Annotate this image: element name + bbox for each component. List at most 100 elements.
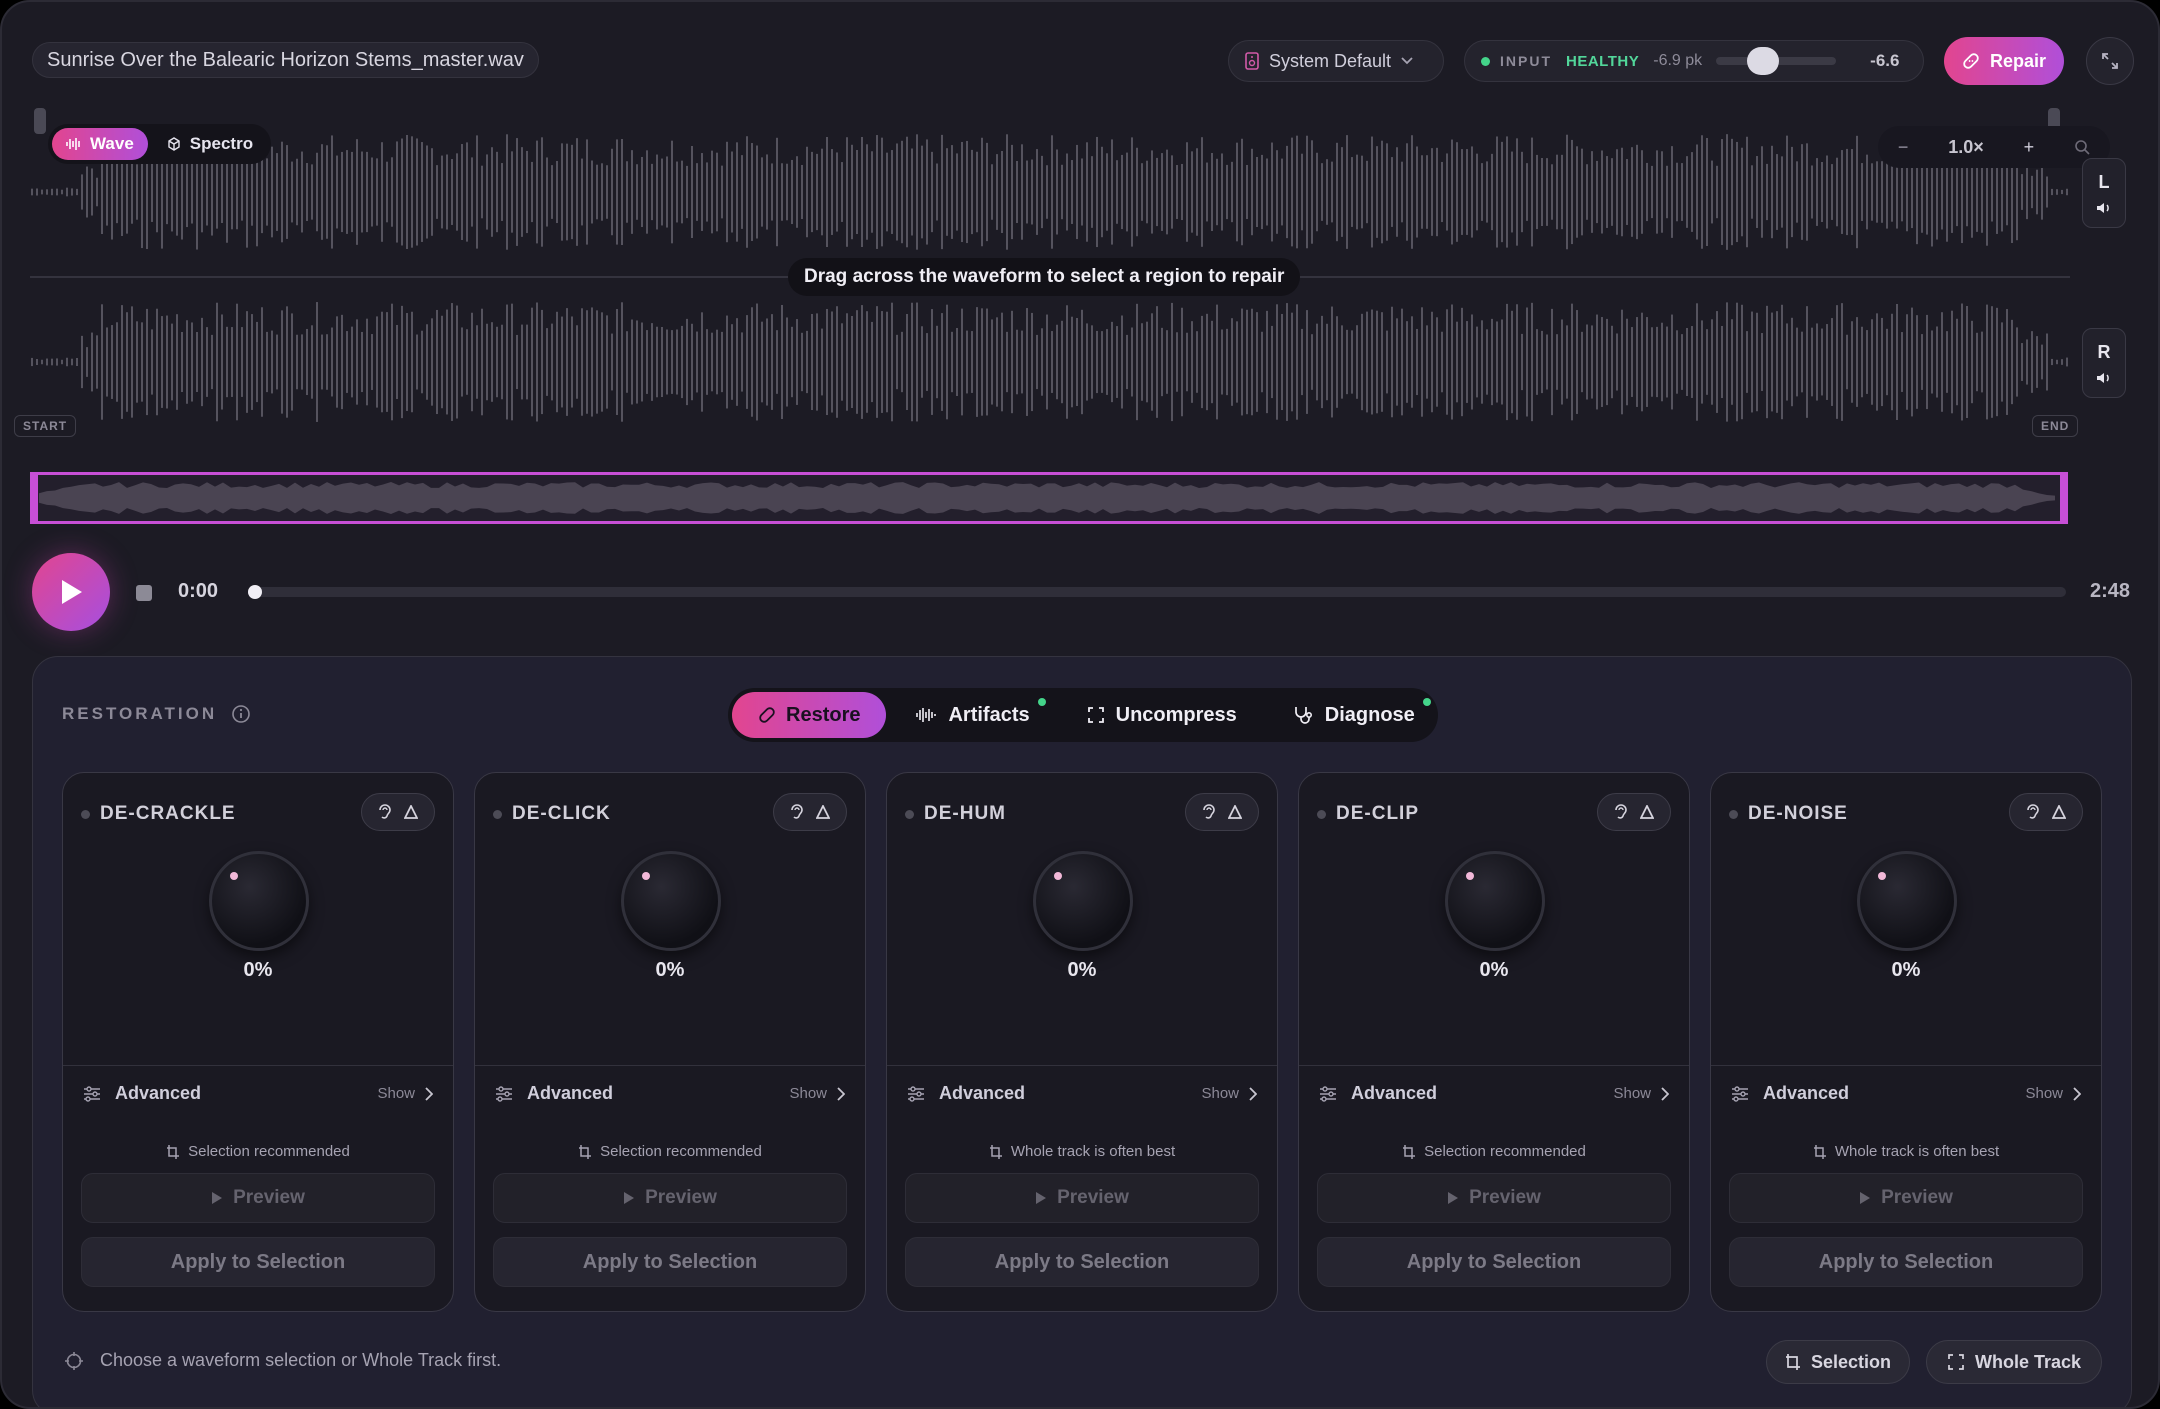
zoom-in-button[interactable]: +: [2024, 137, 2035, 158]
tab-restore[interactable]: Restore: [732, 692, 887, 738]
playback-timeline[interactable]: [248, 585, 2066, 599]
apply-button[interactable]: Apply to Selection: [1317, 1237, 1671, 1287]
scroll-handle-left[interactable]: [34, 108, 46, 134]
show-link[interactable]: Show: [377, 1085, 433, 1102]
advanced-label: Advanced: [115, 1083, 202, 1103]
amount-knob[interactable]: [209, 851, 309, 951]
input-meter: INPUT HEALTHY -6.9 pk -6.6: [1464, 40, 1924, 82]
channel-left-button[interactable]: L: [2082, 158, 2126, 228]
gain-slider-thumb[interactable]: [1747, 47, 1780, 75]
show-link[interactable]: Show: [1201, 1085, 1257, 1102]
crop-icon: [578, 1144, 592, 1160]
gain-value: -6.6: [1870, 51, 1900, 70]
search-icon[interactable]: [2074, 139, 2090, 155]
play-icon: [58, 578, 84, 606]
knob-indicator: [642, 872, 650, 880]
play-icon: [1859, 1191, 1871, 1205]
meter-label: INPUT: [1500, 53, 1552, 69]
repair-button[interactable]: Repair: [1944, 37, 2064, 85]
advanced-label: Advanced: [1351, 1083, 1438, 1103]
status-dot: [81, 809, 90, 819]
footer-hint: Choose a waveform selection or Whole Tra…: [64, 1350, 501, 1371]
tab-uncompress[interactable]: Uncompress: [1060, 692, 1263, 738]
overview-handle-right[interactable]: [2060, 472, 2068, 524]
apply-button[interactable]: Apply to Selection: [1729, 1237, 2083, 1287]
advanced-toggle[interactable]: Advanced Show: [1299, 1065, 1689, 1121]
sliders-icon: [907, 1085, 925, 1102]
fullscreen-button[interactable]: [2086, 37, 2134, 85]
sliders-icon: [1319, 1085, 1337, 1102]
module-mode-toggle[interactable]: [2009, 793, 2083, 831]
crop-icon: [989, 1144, 1003, 1160]
amount-knob[interactable]: [1445, 851, 1545, 951]
play-button[interactable]: [32, 553, 110, 631]
module-mode-toggle[interactable]: [361, 793, 435, 831]
warning-icon[interactable]: [404, 805, 418, 819]
selection-scope-button[interactable]: Selection: [1766, 1340, 1910, 1384]
bandage-icon: [1962, 52, 1980, 70]
zoom-control: − 1.0× +: [1878, 126, 2110, 168]
overview-scrubber[interactable]: [30, 472, 2068, 524]
zoom-out-button[interactable]: −: [1898, 137, 1909, 158]
speaker-icon: [1245, 52, 1259, 70]
module-card-de-hum: DE-HUM 0% Advanced Show Whole track is often…: [886, 772, 1278, 1312]
advanced-toggle[interactable]: Advanced Show: [1711, 1065, 2101, 1121]
preview-button[interactable]: Preview: [493, 1173, 847, 1223]
warning-icon[interactable]: [1228, 805, 1242, 819]
ear-icon[interactable]: [2026, 803, 2040, 821]
module-mode-toggle[interactable]: [1597, 793, 1671, 831]
advanced-toggle[interactable]: Advanced Show: [475, 1065, 865, 1121]
ear-icon[interactable]: [1614, 803, 1628, 821]
tab-artifacts[interactable]: Artifacts: [890, 692, 1055, 738]
module-mode-toggle[interactable]: [773, 793, 847, 831]
preview-button[interactable]: Preview: [905, 1173, 1259, 1223]
gain-slider[interactable]: [1716, 47, 1837, 75]
whole-track-scope-button[interactable]: Whole Track: [1926, 1340, 2102, 1384]
ear-icon[interactable]: [378, 803, 392, 821]
tab-diagnose[interactable]: Diagnose: [1267, 692, 1441, 738]
info-icon[interactable]: [231, 704, 251, 724]
advanced-toggle[interactable]: Advanced Show: [63, 1065, 453, 1121]
amount-knob[interactable]: [621, 851, 721, 951]
scope-recommendation: Selection recommended: [1299, 1143, 1689, 1160]
warning-icon[interactable]: [2052, 805, 2066, 819]
module-card-de-crackle: DE-CRACKLE 0% Advanced Show Selection recomm…: [62, 772, 454, 1312]
amount-knob[interactable]: [1033, 851, 1133, 951]
overview-handle-left[interactable]: [30, 472, 38, 524]
play-icon: [623, 1191, 635, 1205]
stop-button[interactable]: [136, 585, 152, 601]
amount-knob[interactable]: [1857, 851, 1957, 951]
playhead[interactable]: [248, 585, 262, 599]
current-time: 0:00: [178, 580, 219, 602]
apply-button[interactable]: Apply to Selection: [905, 1237, 1259, 1287]
warning-icon[interactable]: [816, 805, 830, 819]
show-link[interactable]: Show: [2025, 1085, 2081, 1102]
sliders-icon: [1731, 1085, 1749, 1102]
advanced-toggle[interactable]: Advanced Show: [887, 1065, 1277, 1121]
tab-badge-dot: [1037, 698, 1046, 706]
module-title: DE-CRACKLE: [81, 803, 236, 825]
start-marker: START: [14, 415, 77, 437]
status-dot: [493, 809, 502, 819]
device-label: System Default: [1269, 50, 1392, 71]
apply-button[interactable]: Apply to Selection: [493, 1237, 847, 1287]
show-link[interactable]: Show: [789, 1085, 845, 1102]
selection-hint: Drag across the waveform to select a reg…: [788, 258, 1301, 296]
module-mode-toggle[interactable]: [1185, 793, 1259, 831]
status-badge: HEALTHY: [1566, 52, 1640, 70]
spectro-view-button[interactable]: Spectro: [152, 128, 267, 160]
preview-button[interactable]: Preview: [1317, 1173, 1671, 1223]
output-device-select[interactable]: System Default: [1228, 40, 1444, 82]
channel-right-button[interactable]: R: [2082, 328, 2126, 398]
ear-icon[interactable]: [790, 803, 804, 821]
apply-button[interactable]: Apply to Selection: [81, 1237, 435, 1287]
status-dot: [905, 809, 914, 819]
warning-icon[interactable]: [1640, 805, 1654, 819]
sliders-icon: [495, 1085, 513, 1102]
ear-icon[interactable]: [1202, 803, 1216, 821]
volume-icon: [2096, 201, 2112, 215]
wave-view-button[interactable]: Wave: [52, 128, 148, 160]
preview-button[interactable]: Preview: [1729, 1173, 2083, 1223]
preview-button[interactable]: Preview: [81, 1173, 435, 1223]
show-link[interactable]: Show: [1613, 1085, 1669, 1102]
